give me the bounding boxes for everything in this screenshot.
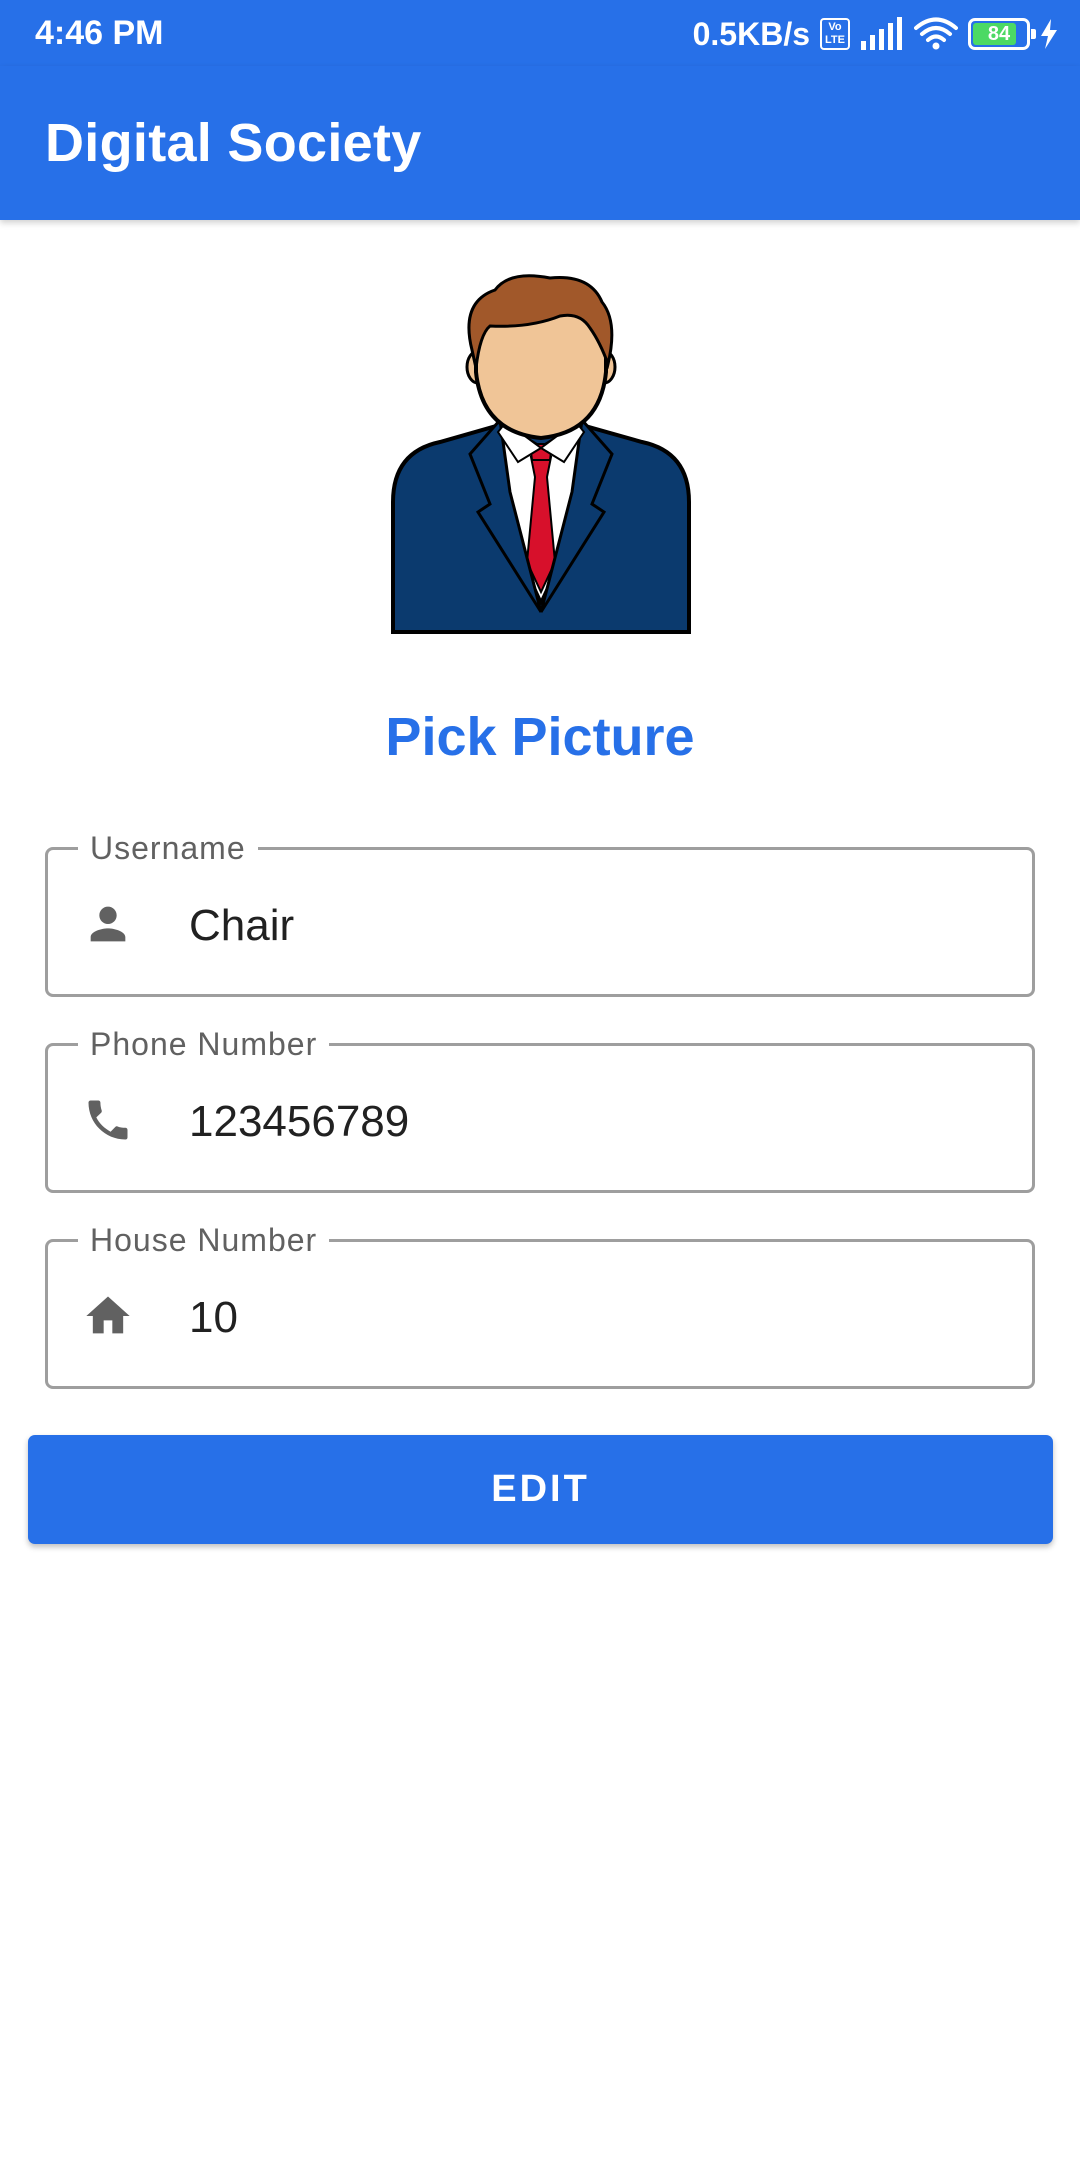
businessman-avatar[interactable] [390,272,692,634]
signal-icon [861,17,902,50]
charging-icon [1041,19,1057,49]
volte-icon: Vo LTE [820,18,850,50]
status-icons: 0.5KB/s Vo LTE 84 [693,12,1058,56]
status-time: 4:46 PM [35,14,164,52]
app-bar: Digital Society [0,66,1080,220]
app-title: Digital Society [45,113,422,173]
battery-level: 84 [987,23,1011,45]
network-speed: 0.5KB/s [692,15,810,52]
battery-cap [1031,29,1036,39]
phone-number-value: 123456789 [189,1097,410,1146]
pick-picture-button[interactable]: Pick Picture [0,706,1080,768]
house-number-value: 10 [189,1293,238,1342]
wifi-icon [914,17,958,50]
house-number-label: House Number [78,1220,330,1260]
battery-icon: 84 [968,18,1036,50]
phone-number-field[interactable]: Phone Number 123456789 [45,1024,1035,1193]
username-label: Username [78,828,258,868]
username-field[interactable]: Username Chair [45,828,1035,997]
phone-number-label: Phone Number [78,1024,330,1064]
phone-icon [88,1100,128,1140]
home-icon [86,1296,130,1334]
volte-bottom-label: LTE [825,34,845,46]
volte-top-label: Vo [828,21,842,33]
status-bar: 4:46 PM 0.5KB/s Vo LTE 84 [0,0,1080,66]
username-value: Chair [189,901,295,950]
house-number-field[interactable]: House Number 10 [45,1220,1035,1389]
edit-button[interactable]: EDIT [28,1435,1053,1544]
person-icon [90,906,126,942]
